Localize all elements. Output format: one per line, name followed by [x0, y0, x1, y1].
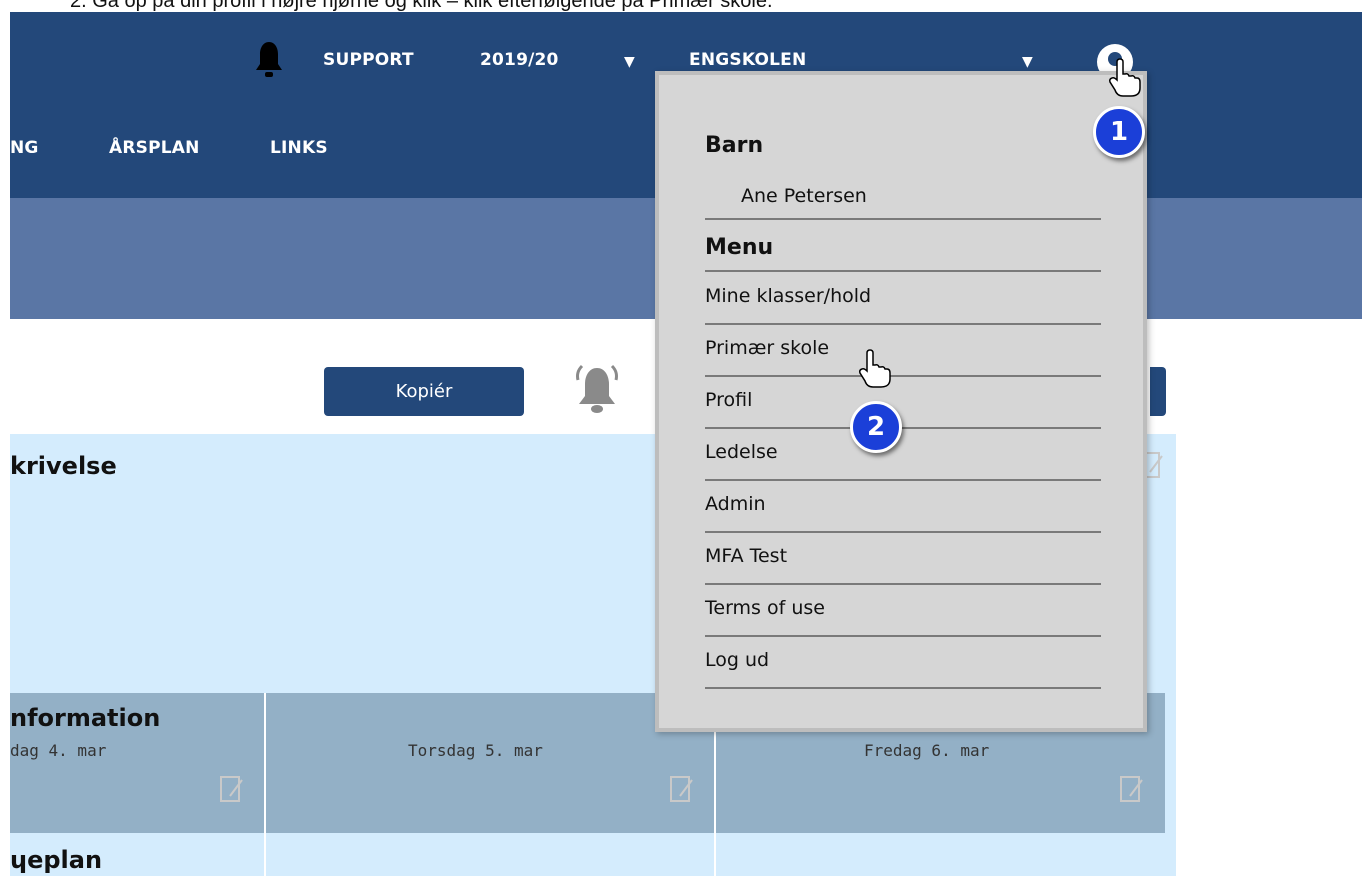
menu-section-menu: Menu — [705, 235, 774, 260]
menu-divider — [705, 270, 1101, 272]
menu-item-admin[interactable]: Admin — [705, 481, 1101, 533]
hand-cursor-icon — [1109, 58, 1141, 97]
menu-section-barn: Barn — [705, 133, 764, 158]
nav-item-links[interactable]: LINKS — [270, 138, 328, 158]
note-edit-icon[interactable] — [1120, 776, 1144, 804]
nav-item-aarsplan[interactable]: ÅRSPLAN — [109, 138, 200, 158]
menu-item-log-ud[interactable]: Log ud — [705, 637, 1101, 689]
note-edit-icon[interactable] — [220, 776, 244, 804]
hand-cursor-icon — [859, 349, 891, 388]
instruction-caption: 2. Gå op på din profil i højre hjørne og… — [70, 0, 773, 12]
bell-gray-icon[interactable] — [568, 358, 626, 418]
school-year-select[interactable]: 2019/20 — [480, 50, 559, 70]
step-badge-2: 2 — [850, 401, 902, 453]
menu-item-terms[interactable]: Terms of use — [705, 585, 1101, 637]
school-select[interactable]: ENGSKOLEN — [689, 50, 806, 70]
menu-item-ledelse[interactable]: Ledelse — [705, 429, 1101, 481]
menu-item-primaer-skole[interactable]: Primær skole — [705, 325, 1101, 377]
description-heading: krivelse — [10, 452, 117, 480]
copy-button[interactable]: Kopiér — [324, 367, 524, 416]
plan-heading: ɥeplan — [10, 846, 103, 874]
school-caret-down-icon[interactable]: ▼ — [1022, 54, 1033, 70]
day-label-thursday: Torsdag 5. mar — [408, 741, 543, 760]
menu-divider — [705, 218, 1101, 220]
menu-item-profil[interactable]: Profil — [705, 377, 1101, 429]
year-caret-down-icon[interactable]: ▼ — [624, 54, 635, 70]
day-label-friday: Fredag 6. mar — [864, 741, 990, 760]
profile-dropdown-menu: Barn Ane Petersen Menu Mine klasser/hold… — [655, 71, 1147, 732]
step-badge-1: 1 — [1093, 106, 1145, 158]
support-link[interactable]: SUPPORT — [323, 50, 414, 70]
child-name[interactable]: Ane Petersen — [741, 185, 867, 207]
information-heading: nformation — [10, 704, 161, 732]
menu-item-mfa-test[interactable]: MFA Test — [705, 533, 1101, 585]
action-button-partial[interactable] — [1150, 367, 1166, 416]
note-edit-icon[interactable] — [670, 776, 694, 804]
column-divider — [264, 693, 266, 876]
menu-item-mine-klasser[interactable]: Mine klasser/hold — [705, 273, 1101, 325]
bell-icon[interactable] — [254, 40, 284, 80]
day-label-wednesday: dag 4. mar — [10, 741, 107, 760]
nav-item-partial[interactable]: NG — [10, 138, 39, 158]
